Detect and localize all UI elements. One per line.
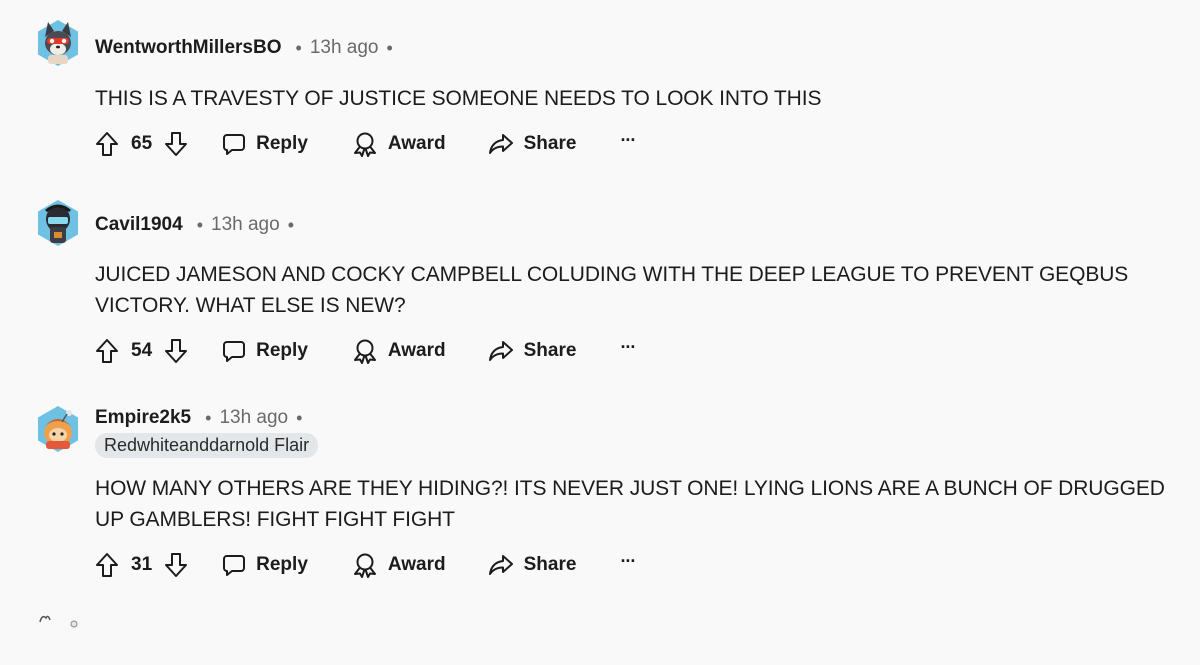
more-options-icon[interactable]: ··· xyxy=(620,131,636,149)
comment-bubble-icon xyxy=(223,341,246,362)
downvote-button[interactable] xyxy=(164,131,188,157)
timestamp[interactable]: 13h ago xyxy=(310,37,379,59)
comment-body: HOW MANY OTHERS ARE THEY HIDING?! ITS NE… xyxy=(95,477,1165,531)
user-flair-badge: Redwhiteanddarnold Flair xyxy=(95,433,319,458)
comment-actions: 31 Reply Award Share ··· xyxy=(95,548,636,582)
comment-body: THIS IS A TRAVESTY OF JUSTICE SOMEONE NE… xyxy=(95,87,822,110)
next-comment-avatar-icon[interactable] xyxy=(36,612,80,660)
award-label: Award xyxy=(387,554,446,575)
upvote-button[interactable] xyxy=(95,338,119,364)
share-button[interactable]: Share xyxy=(488,553,577,577)
username[interactable]: Empire2k5 xyxy=(95,407,191,429)
separator-dot: • xyxy=(196,214,203,235)
separator-dot: • xyxy=(295,37,302,58)
helmet-avatar-icon[interactable] xyxy=(36,199,80,247)
reply-label: Reply xyxy=(256,340,308,361)
share-button[interactable]: Share xyxy=(488,339,577,363)
downvote-arrow-icon xyxy=(165,553,188,577)
reply-label: Reply xyxy=(256,554,308,575)
comment-bubble-icon xyxy=(223,134,246,155)
upvote-button[interactable] xyxy=(95,131,119,157)
award-ribbon-icon xyxy=(353,553,376,578)
snoo-avatar-icon[interactable] xyxy=(36,405,80,453)
timestamp[interactable]: 13h ago xyxy=(219,407,288,429)
upvote-button[interactable] xyxy=(95,552,119,578)
vote-count: 65 xyxy=(131,133,153,154)
reply-button[interactable]: Reply xyxy=(222,553,308,577)
award-button[interactable]: Award xyxy=(352,131,446,157)
username[interactable]: Cavil1904 xyxy=(95,214,183,236)
reply-button[interactable]: Reply xyxy=(222,132,308,156)
comment-meta: Cavil1904 • 13h ago • xyxy=(95,213,294,237)
downvote-button[interactable] xyxy=(164,338,188,364)
upvote-arrow-icon xyxy=(96,553,118,577)
comment-meta: WentworthMillersBO • 13h ago • xyxy=(95,36,393,60)
award-ribbon-icon xyxy=(353,132,376,157)
wolf-avatar-icon[interactable] xyxy=(36,19,80,67)
vote-count: 31 xyxy=(131,554,153,575)
separator-dot: • xyxy=(296,407,303,428)
comment-actions: 54 Reply Award Share ··· xyxy=(95,334,636,368)
reply-label: Reply xyxy=(256,133,308,154)
share-arrow-icon xyxy=(488,555,513,575)
share-button[interactable]: Share xyxy=(488,132,577,156)
award-label: Award xyxy=(387,133,446,154)
separator-dot: • xyxy=(386,37,393,58)
comment-body: JUICED JAMESON AND COCKY CAMPBELL COLUDI… xyxy=(95,263,1129,317)
downvote-arrow-icon xyxy=(165,339,188,363)
vote-count: 54 xyxy=(131,340,153,361)
award-button[interactable]: Award xyxy=(352,552,446,578)
upvote-arrow-icon xyxy=(96,132,118,156)
award-label: Award xyxy=(387,340,446,361)
comment-actions: 65 Reply Award Share ··· xyxy=(95,127,636,161)
reply-button[interactable]: Reply xyxy=(222,339,308,363)
comment-meta: Empire2k5 • 13h ago • xyxy=(95,406,302,430)
more-options-icon[interactable]: ··· xyxy=(620,552,636,570)
separator-dot: • xyxy=(205,407,212,428)
share-label: Share xyxy=(523,554,577,575)
award-ribbon-icon xyxy=(353,339,376,364)
share-arrow-icon xyxy=(488,341,513,361)
share-label: Share xyxy=(523,133,577,154)
comment-bubble-icon xyxy=(223,555,246,576)
downvote-button[interactable] xyxy=(164,552,188,578)
upvote-arrow-icon xyxy=(96,339,118,363)
username[interactable]: WentworthMillersBO xyxy=(95,37,282,59)
downvote-arrow-icon xyxy=(165,132,188,156)
award-button[interactable]: Award xyxy=(352,338,446,364)
share-arrow-icon xyxy=(488,134,513,154)
share-label: Share xyxy=(523,340,577,361)
separator-dot: • xyxy=(287,214,294,235)
more-options-icon[interactable]: ··· xyxy=(620,338,636,356)
timestamp[interactable]: 13h ago xyxy=(211,214,280,236)
